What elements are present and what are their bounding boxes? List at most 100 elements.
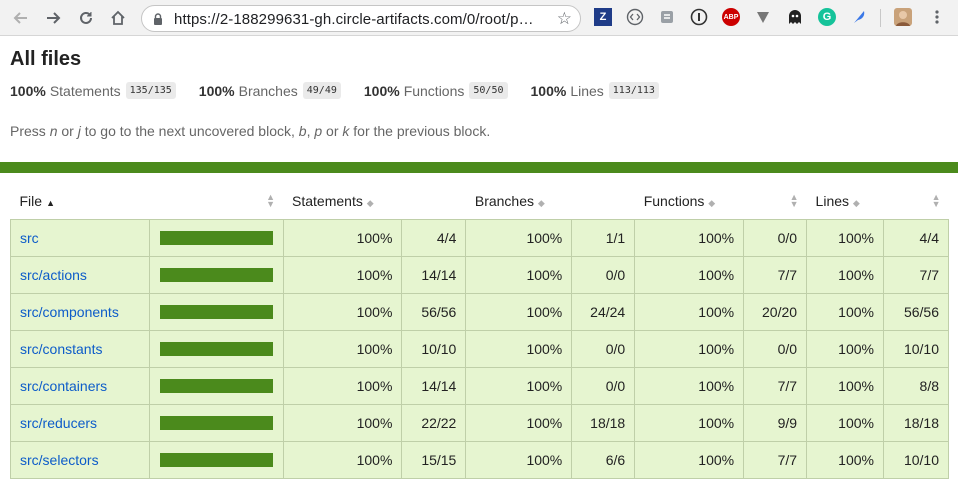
bookmark-star-icon[interactable]: ☆ <box>557 9 572 29</box>
file-cell: src/components <box>10 292 150 331</box>
statements-pct-cell: 100% <box>282 366 403 405</box>
coverage-bar-cell <box>148 218 284 257</box>
adblock-icon[interactable]: ABP <box>722 8 740 26</box>
file-link[interactable]: src <box>20 230 39 246</box>
lines-pct-cell: 100% <box>806 366 884 405</box>
summary-lines: 100% Lines 113/113 <box>531 82 659 99</box>
reader-icon[interactable] <box>658 8 676 26</box>
file-link[interactable]: src/containers <box>20 378 107 394</box>
hint-text: or <box>57 123 78 139</box>
address-bar[interactable]: https://2-188299631-gh.circle-artifacts.… <box>141 5 581 32</box>
lines-raw-cell: 7/7 <box>882 255 950 294</box>
functions-pct-cell: 100% <box>634 292 745 331</box>
file-cell: src/constants <box>10 329 150 368</box>
branches-raw-cell: 0/0 <box>571 255 636 294</box>
vimium-icon[interactable] <box>754 8 772 26</box>
sort-asc-icon: ▲ <box>46 197 55 208</box>
branches-pct-cell: 100% <box>465 255 573 294</box>
statements-raw-cell: 4/4 <box>401 218 467 257</box>
summary-fraction: 50/50 <box>469 82 508 99</box>
functions-pct-cell: 100% <box>634 403 745 442</box>
coverage-bar <box>159 452 273 467</box>
coverage-table: File ▲ ▲ ▼ Statements ◆ Branches ◆ Functio… <box>10 183 950 479</box>
functions-pct-cell: 100% <box>634 329 745 368</box>
branches-pct-cell: 100% <box>465 366 573 405</box>
summary-label: Branches <box>238 82 298 99</box>
coverage-bar-cell <box>148 292 284 331</box>
lines-pct-cell: 100% <box>806 329 884 368</box>
header-functions-raw[interactable]: ▲ ▼ <box>744 183 807 219</box>
sort-icon: ◆ <box>852 197 860 208</box>
statements-raw-cell: 10/10 <box>401 329 467 368</box>
statements-raw-cell: 15/15 <box>401 440 467 479</box>
coverage-bar <box>159 304 273 319</box>
header-branches[interactable]: Branches ◆ <box>466 183 572 219</box>
header-lines-raw[interactable]: ▲ ▼ <box>883 183 948 219</box>
functions-pct-cell: 100% <box>634 440 745 479</box>
sort-icon: ▲ ▼ <box>789 192 799 209</box>
header-functions-label: Functions <box>643 192 705 209</box>
lines-raw-cell: 10/10 <box>882 440 950 479</box>
avatar[interactable] <box>894 8 912 26</box>
branches-raw-cell: 18/18 <box>571 403 636 442</box>
branches-pct-cell: 100% <box>465 292 573 331</box>
header-branches-raw[interactable] <box>572 183 635 219</box>
adblock-label: ABP <box>723 13 739 21</box>
file-cell: src <box>10 218 150 257</box>
file-link[interactable]: src/selectors <box>20 452 99 468</box>
lock-icon <box>154 13 162 25</box>
lines-raw-cell: 8/8 <box>882 366 950 405</box>
table-row: src/containers 100% 14/14 100% 0/0 100% 7/7 100… <box>10 366 950 405</box>
header-statements[interactable]: Statements ◆ <box>283 183 402 219</box>
reload-button[interactable] <box>73 5 99 31</box>
functions-raw-cell: 0/0 <box>743 218 808 257</box>
lines-pct-cell: 100% <box>806 218 884 257</box>
back-button[interactable] <box>8 5 34 31</box>
file-link[interactable]: src/components <box>20 304 119 320</box>
branches-raw-cell: 1/1 <box>571 218 636 257</box>
header-branches-label: Branches <box>474 192 535 209</box>
grammarly-icon[interactable]: G <box>818 8 836 26</box>
header-lines[interactable]: Lines ◆ <box>807 183 884 219</box>
statements-pct-cell: 100% <box>282 255 403 294</box>
header-file-bar[interactable]: ▲ ▼ <box>149 183 283 219</box>
table-header-row: File ▲ ▲ ▼ Statements ◆ Branches ◆ Functio… <box>11 183 949 219</box>
coverage-bar-cell <box>148 403 284 442</box>
hint-text: Press <box>10 123 50 139</box>
feather-icon[interactable] <box>850 8 868 26</box>
table-row: src 100% 4/4 100% 1/1 100% 0/0 100% 4/4 <box>10 218 950 257</box>
ghost-icon[interactable] <box>786 8 804 26</box>
file-cell: src/reducers <box>10 403 150 442</box>
file-link[interactable]: src/reducers <box>20 415 97 431</box>
statements-raw-cell: 56/56 <box>401 292 467 331</box>
code-icon[interactable] <box>626 8 644 26</box>
file-link[interactable]: src/constants <box>20 341 102 357</box>
header-file-label: File <box>19 192 43 209</box>
forward-button[interactable] <box>40 5 66 31</box>
info-icon[interactable] <box>690 8 708 26</box>
header-statements-raw[interactable] <box>402 183 466 219</box>
page-title: All files <box>10 48 82 70</box>
header-file[interactable]: File ▲ <box>11 183 150 219</box>
sort-icon: ◆ <box>537 197 545 208</box>
functions-pct-cell: 100% <box>634 366 745 405</box>
branches-raw-cell: 0/0 <box>571 329 636 368</box>
menu-icon[interactable] <box>928 8 946 26</box>
table-row: src/constants 100% 10/10 100% 0/0 100% 0/0 100%… <box>10 329 950 368</box>
statements-pct-cell: 100% <box>282 329 403 368</box>
lines-pct-cell: 100% <box>806 403 884 442</box>
header-functions[interactable]: Functions ◆ <box>635 183 744 219</box>
branches-pct-cell: 100% <box>465 329 573 368</box>
zotero-icon[interactable]: Z <box>594 8 612 26</box>
functions-raw-cell: 0/0 <box>743 329 808 368</box>
coverage-bar-cell <box>148 255 284 294</box>
lines-raw-cell: 4/4 <box>882 218 950 257</box>
summary-branches: 100% Branches 49/49 <box>199 82 341 99</box>
statements-raw-cell: 22/22 <box>401 403 467 442</box>
branches-pct-cell: 100% <box>465 218 573 257</box>
home-button[interactable] <box>105 5 131 31</box>
reload-icon <box>80 11 92 24</box>
branches-raw-cell: 0/0 <box>571 366 636 405</box>
hint-text: for the previous block. <box>349 123 491 139</box>
file-link[interactable]: src/actions <box>20 267 87 283</box>
